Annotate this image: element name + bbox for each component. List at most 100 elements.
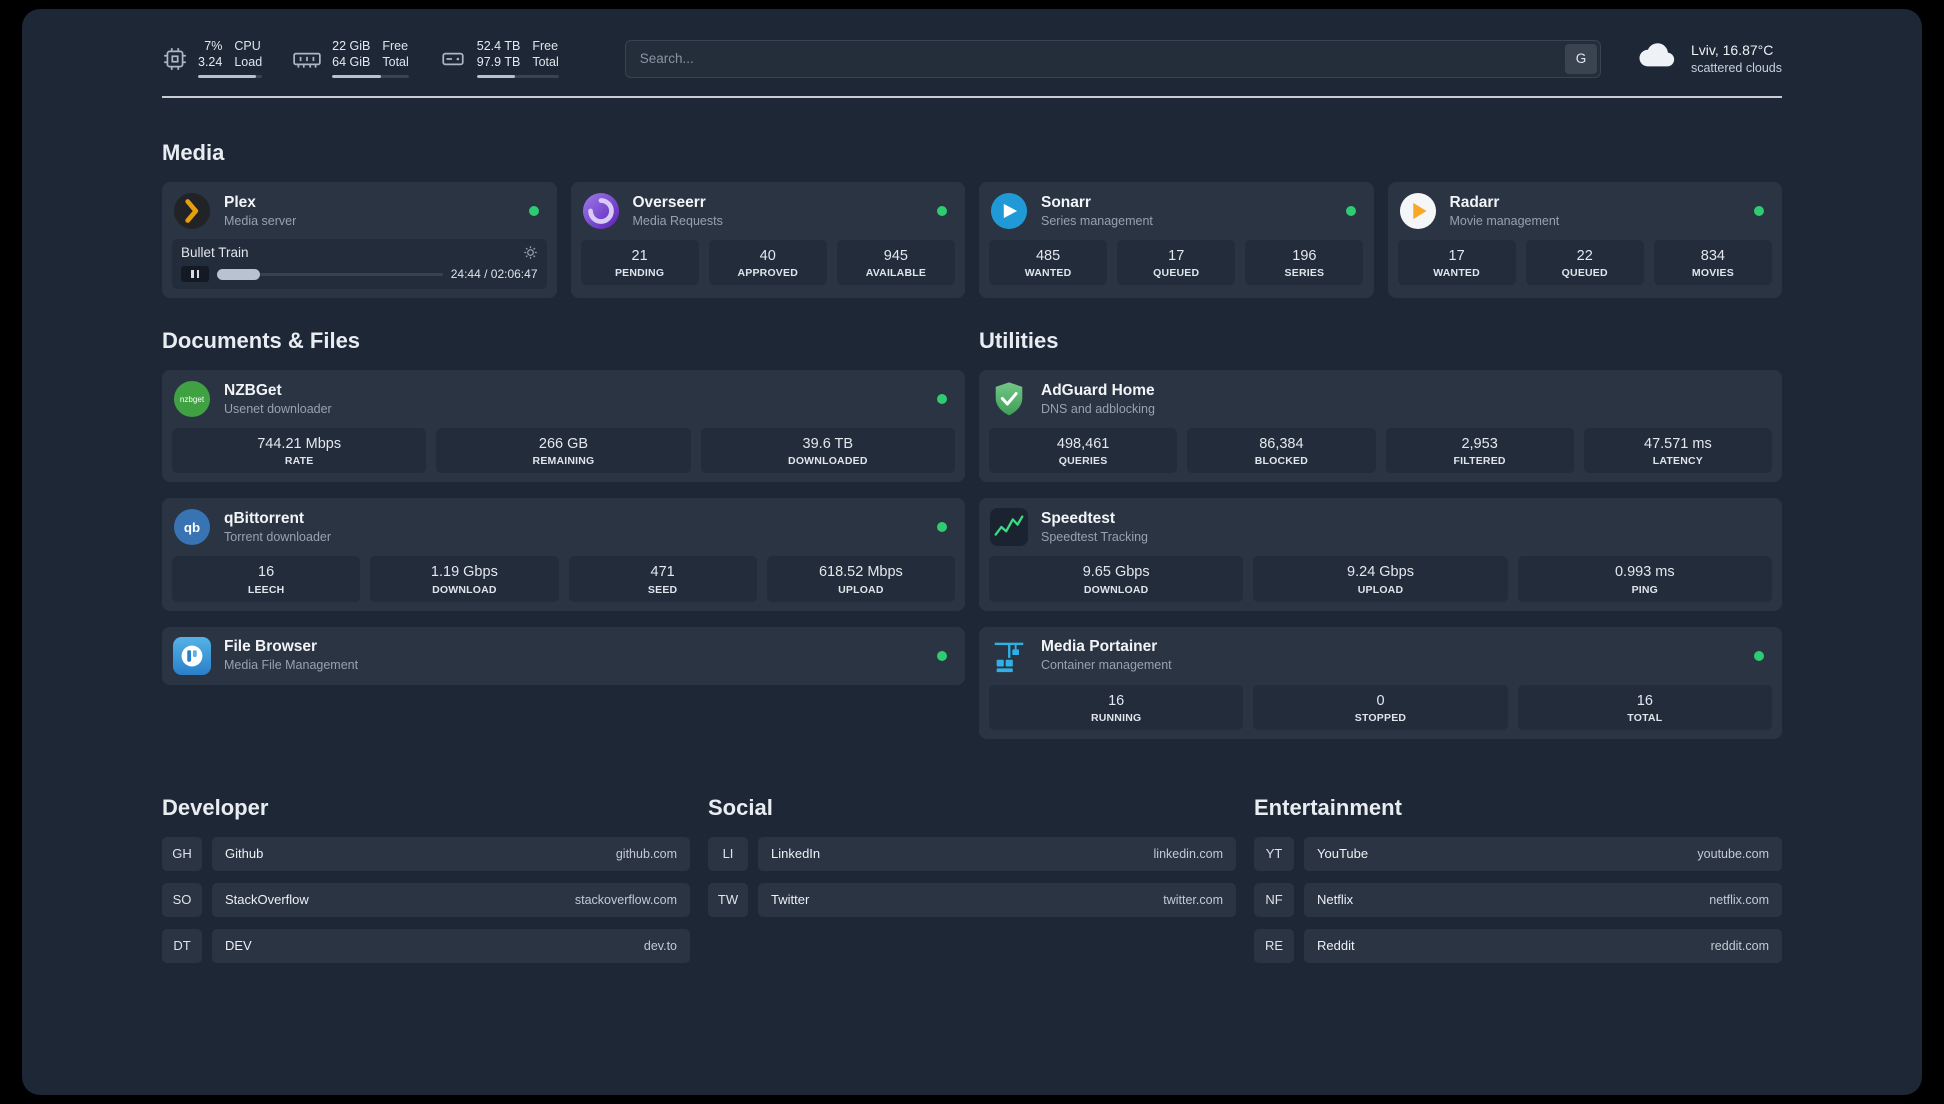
cpu-label: CPU: [234, 39, 261, 53]
bookmark-url: stackoverflow.com: [574, 892, 677, 907]
pause-button[interactable]: [181, 266, 209, 283]
stat-label: BLOCKED: [1254, 455, 1309, 468]
bookmark-link[interactable]: YouTube youtube.com: [1304, 836, 1782, 871]
bookmark-link[interactable]: DEV dev.to: [212, 928, 690, 963]
stat-value: 86,384: [1259, 436, 1304, 453]
service-subtitle: DNS and adblocking: [1041, 402, 1155, 417]
bookmark-link[interactable]: StackOverflow stackoverflow.com: [212, 882, 690, 917]
bookmark-link[interactable]: Twitter twitter.com: [758, 882, 1236, 917]
stat-value: 1.19 Gbps: [430, 564, 498, 581]
stat-tile: 16 LEECH: [172, 556, 361, 602]
svg-text:qb: qb: [184, 520, 200, 535]
search-engine-button[interactable]: G: [1564, 43, 1597, 74]
dashboard: 7% 3.24 CPU Load 22 GiB 64 GiB Free Tota…: [22, 9, 1922, 1095]
stat-tile: 618.52 Mbps UPLOAD: [766, 556, 955, 602]
stat-label: LEECH: [247, 583, 285, 596]
card-overseerr[interactable]: Overseerr Media Requests 21 PENDING 40 A…: [570, 182, 965, 299]
bookmark-linkedin: LI LinkedIn linkedin.com: [708, 836, 1236, 871]
playback-time: 24:44 / 02:06:47: [450, 267, 538, 282]
service-name: Speedtest: [1041, 510, 1116, 528]
card-nzbget[interactable]: nzbget NZBGet Usenet downloader 744.21 M…: [162, 370, 965, 483]
bookmark-link[interactable]: Github github.com: [212, 836, 690, 871]
stat-tile: 196 SERIES: [1245, 240, 1364, 286]
card-speedtest[interactable]: Speedtest Speedtest Tracking 9.65 Gbps D…: [979, 498, 1782, 611]
section-entertainment: Entertainment YT YouTube youtube.com NF …: [1254, 795, 1782, 963]
stat-value: 22: [1576, 248, 1593, 265]
service-subtitle: Series management: [1041, 214, 1153, 229]
card-filebrowser[interactable]: File Browser Media File Management: [162, 626, 965, 685]
stat-label: UPLOAD: [838, 583, 884, 596]
stat-tile: 485 WANTED: [989, 240, 1108, 286]
service-name: File Browser: [224, 638, 318, 656]
nzbget-icon: nzbget: [172, 379, 212, 419]
stat-value: 16: [258, 564, 275, 581]
bookmark-abbr[interactable]: NF: [1254, 882, 1294, 917]
stat-tile: 17 WANTED: [1397, 240, 1516, 286]
stat-tile: 744.21 Mbps RATE: [172, 428, 427, 474]
bookmark-name: Twitter: [771, 892, 810, 908]
cpu-icon: [162, 46, 188, 72]
bookmark-abbr[interactable]: SO: [162, 882, 202, 917]
disk-total-label: Total: [532, 54, 559, 69]
gear-icon[interactable]: [523, 245, 538, 260]
bookmark-abbr[interactable]: RE: [1254, 928, 1294, 963]
service-subtitle: Media server: [224, 214, 297, 229]
stat-label: SEED: [647, 583, 678, 596]
card-radarr[interactable]: Radarr Movie management 17 WANTED 22 QUE…: [1387, 182, 1782, 299]
bookmark-name: YouTube: [1317, 846, 1369, 862]
card-plex[interactable]: Plex Media server Bullet Train 24:44 / 0…: [162, 182, 557, 299]
seek-bar[interactable]: [217, 268, 443, 280]
stat-label: APPROVED: [737, 267, 798, 280]
stat-tile: 9.65 Gbps DOWNLOAD: [989, 556, 1244, 602]
memory-free-value: 22 GiB: [332, 39, 371, 53]
stat-value: 834: [1700, 248, 1725, 265]
adguard-icon: [989, 379, 1029, 419]
svg-text:nzbget: nzbget: [180, 395, 205, 404]
section-documents: Documents & Files nzbget NZBGet Usenet d…: [162, 328, 965, 738]
card-sonarr[interactable]: Sonarr Series management 485 WANTED 17 Q…: [979, 182, 1374, 299]
status-dot: [1345, 206, 1356, 217]
stat-tile: 498,461 QUERIES: [989, 428, 1178, 474]
bookmark-abbr[interactable]: DT: [162, 928, 202, 963]
bookmark-name: Github: [225, 846, 264, 862]
memory-icon: [292, 46, 322, 72]
bookmark-abbr[interactable]: TW: [708, 882, 748, 917]
search-input[interactable]: [624, 39, 1601, 78]
memory-usage-bar: [332, 75, 409, 79]
bookmark-link[interactable]: Netflix netflix.com: [1304, 882, 1782, 917]
stat-value: 266 GB: [538, 436, 589, 453]
stat-label: DOWNLOAD: [432, 583, 497, 596]
stat-value: 9.65 Gbps: [1082, 564, 1150, 581]
card-adguard[interactable]: AdGuard Home DNS and adblocking 498,461 …: [979, 370, 1782, 483]
section-title-social: Social: [708, 794, 773, 820]
bookmark-url: netflix.com: [1709, 892, 1769, 907]
bookmark-stackoverflow: SO StackOverflow stackoverflow.com: [162, 882, 690, 917]
stat-tile: 40 APPROVED: [708, 240, 827, 286]
card-portainer[interactable]: Media Portainer Container management 16 …: [979, 626, 1782, 739]
stat-value: 21: [631, 248, 648, 265]
bookmark-name: DEV: [225, 938, 252, 954]
bookmark-netflix: NF Netflix netflix.com: [1254, 882, 1782, 917]
stat-label: QUERIES: [1058, 455, 1108, 468]
bookmark-name: Netflix: [1317, 892, 1354, 908]
stat-label: UPLOAD: [1357, 583, 1404, 596]
status-dot: [937, 650, 947, 661]
bookmark-name: LinkedIn: [771, 846, 821, 862]
stat-label: WANTED: [1024, 267, 1072, 280]
stat-label: RUNNING: [1090, 711, 1142, 724]
bookmark-abbr[interactable]: LI: [708, 836, 748, 871]
stat-tile: 945 AVAILABLE: [836, 240, 955, 286]
bookmark-link[interactable]: LinkedIn linkedin.com: [758, 836, 1236, 871]
stat-tile: 47.571 ms LATENCY: [1583, 428, 1772, 474]
stat-value: 485: [1035, 248, 1061, 265]
memory-total-label: Total: [382, 54, 409, 69]
stat-value: 16: [1108, 692, 1125, 709]
card-qbittorrent[interactable]: qb qBittorrent Torrent downloader 16 LEE…: [162, 498, 965, 611]
service-name: Overseerr: [632, 194, 706, 212]
stat-value: 17: [1448, 248, 1465, 265]
bookmark-link[interactable]: Reddit reddit.com: [1304, 928, 1782, 963]
stat-value: 744.21 Mbps: [257, 436, 342, 453]
bookmark-abbr[interactable]: YT: [1254, 836, 1294, 871]
bookmark-abbr[interactable]: GH: [162, 836, 202, 871]
disk-total-value: 97.9 TB: [476, 54, 521, 69]
